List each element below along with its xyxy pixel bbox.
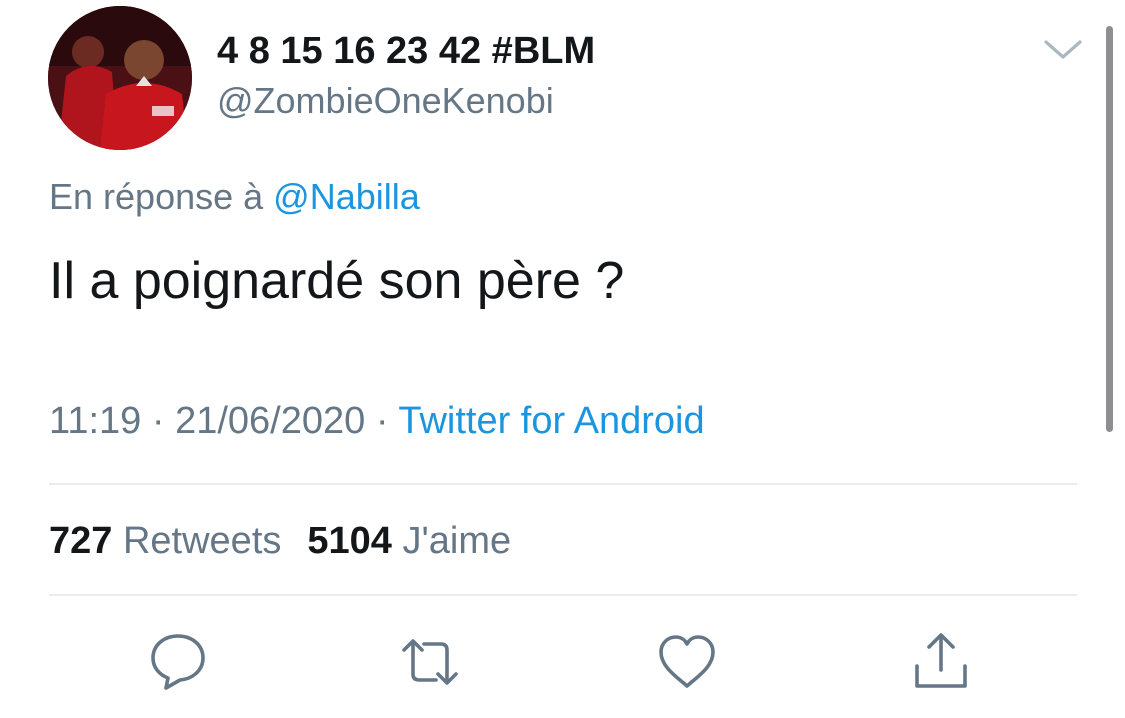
divider xyxy=(49,594,1077,596)
retweet-button[interactable] xyxy=(398,630,462,694)
retweets-stat[interactable]: 727 Retweets xyxy=(49,520,281,562)
comment-bubble-icon xyxy=(151,634,205,690)
likes-count: 5104 xyxy=(307,520,392,562)
avatar[interactable] xyxy=(48,6,192,150)
reply-mention-link[interactable]: @Nabilla xyxy=(273,176,420,217)
meta-separator: · xyxy=(375,400,389,442)
like-button[interactable] xyxy=(655,630,719,694)
retweets-label: Retweets xyxy=(122,520,282,562)
reply-prefix: En réponse à xyxy=(49,176,264,217)
retweets-count: 727 xyxy=(49,520,113,562)
reply-context: En réponse à @Nabilla xyxy=(49,176,420,218)
divider xyxy=(49,483,1077,485)
user-handle[interactable]: @ZombieOneKenobi xyxy=(217,80,554,122)
tweet-text: Il a poignardé son père ? xyxy=(49,252,625,310)
retweet-icon xyxy=(402,639,458,685)
scrollbar[interactable] xyxy=(1106,26,1113,432)
likes-stat[interactable]: 5104 J'aime xyxy=(307,520,511,562)
chevron-down-icon[interactable] xyxy=(1043,36,1083,64)
likes-label: J'aime xyxy=(402,520,512,562)
display-name[interactable]: 4 8 15 16 23 42 #BLM xyxy=(217,30,595,73)
share-icon xyxy=(915,633,967,688)
share-button[interactable] xyxy=(909,630,973,694)
meta-separator: · xyxy=(151,400,165,442)
heart-icon xyxy=(659,635,715,688)
tweet-time: 11:19 xyxy=(49,400,142,442)
reply-button[interactable] xyxy=(146,630,210,694)
tweet-stats: 727 Retweets 5104 J'aime xyxy=(49,520,511,563)
tweet-source-link[interactable]: Twitter for Android xyxy=(398,400,704,442)
tweet-date: 21/06/2020 xyxy=(175,400,366,442)
tweet-meta: 11:19 · 21/06/2020 · Twitter for Android xyxy=(49,400,705,443)
